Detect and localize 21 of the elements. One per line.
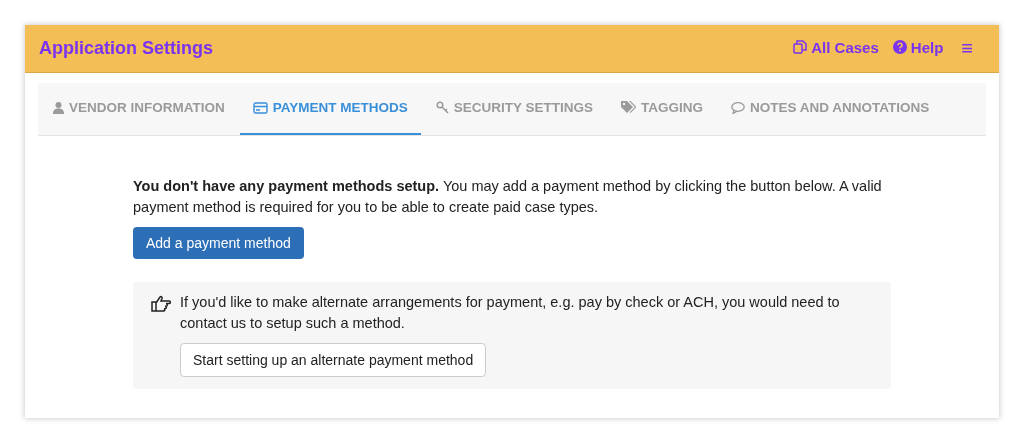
tab[interactable]: NOTES AND ANNOTATIONS	[718, 83, 943, 135]
add-payment-method-button[interactable]: Add a payment method	[133, 227, 304, 259]
speech-bubble-icon	[731, 101, 746, 114]
tab[interactable]: VENDOR INFORMATION	[40, 83, 238, 135]
copy-icon	[793, 40, 808, 55]
tag-icon	[621, 101, 637, 114]
menu-button[interactable]: ≡	[961, 37, 973, 60]
alternate-payment-button[interactable]: Start setting up an alternate payment method	[180, 343, 487, 377]
help-link[interactable]: Help	[892, 38, 944, 56]
notice-text: You don't have any payment methods setup. You may add a payment method by clicking the button below. A valid payment method is required for you to be able to create paid case types.	[133, 177, 883, 217]
user-icon	[53, 101, 64, 114]
tab[interactable]: SECURITY SETTINGS	[422, 83, 607, 135]
cases-link[interactable]: All Cases	[793, 38, 879, 56]
app-title: Application Settings	[39, 38, 214, 59]
key-icon	[435, 101, 449, 114]
pointing-hand-icon	[151, 295, 171, 312]
credit-card-icon	[252, 101, 268, 114]
help-icon	[892, 40, 907, 55]
tab[interactable]: TAGGING	[608, 83, 717, 135]
info-text: If you'd like to make alternate arrangements for payment, e.g. pay by check or ACH, you would need to contact us to setup such a method.	[180, 293, 841, 333]
tab[interactable]: PAYMENT METHODS	[239, 83, 421, 135]
